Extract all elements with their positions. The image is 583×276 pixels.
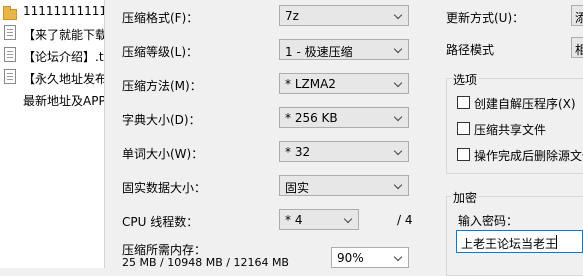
dictionary-label: 字典大小(D)：: [122, 113, 201, 127]
chevron-down-icon: [390, 176, 408, 195]
threads-select[interactable]: * 4: [279, 209, 359, 230]
file-name: 【来了就能下载: [23, 28, 104, 42]
format-label: 压缩格式(F)：: [122, 11, 199, 25]
word-size-value: * 32: [285, 145, 311, 159]
threads-label: CPU 线程数：: [122, 215, 199, 229]
chevron-down-icon: [390, 248, 408, 267]
chevron-down-icon: [340, 210, 358, 229]
method-select[interactable]: * LZMA2: [279, 73, 409, 94]
dictionary-value: * 256 KB: [285, 111, 338, 125]
path-mode-label: 路径模式: [446, 43, 495, 57]
memory-percent-select[interactable]: 90%: [331, 247, 409, 268]
path-mode-value: 相: [575, 43, 583, 57]
solid-block-select[interactable]: 固实: [279, 175, 409, 196]
memory-info: 25 MB / 10948 MB / 12164 MB: [122, 256, 289, 269]
password-value: 上老王论坛当老王: [461, 237, 558, 251]
dictionary-select[interactable]: * 256 KB: [279, 107, 409, 128]
chevron-down-icon: [390, 142, 408, 161]
document-icon: [3, 69, 18, 85]
word-size-select[interactable]: * 32: [279, 141, 409, 162]
chevron-down-icon: [390, 40, 408, 59]
text-caret: [556, 235, 557, 249]
update-mode-select[interactable]: 添: [571, 5, 583, 26]
memory-percent-value: 90%: [337, 251, 364, 265]
format-select[interactable]: 7z: [279, 5, 409, 26]
format-value: 7z: [285, 9, 299, 23]
file-row[interactable]: 最新地址及APP: [0, 88, 104, 110]
checkbox[interactable]: [457, 122, 470, 135]
level-select[interactable]: 1 - 极速压缩: [279, 39, 409, 60]
checkbox[interactable]: [457, 96, 470, 109]
password-input[interactable]: 上老王论坛当老王: [456, 230, 583, 253]
file-name: 11111111111: [23, 4, 104, 18]
checkbox[interactable]: [457, 148, 470, 161]
method-value: * LZMA2: [285, 77, 336, 91]
update-mode-label: 更新方式(U)：: [446, 11, 525, 25]
chevron-down-icon: [390, 74, 408, 93]
path-mode-select[interactable]: 相: [571, 37, 583, 58]
option-compress-shared-label: 压缩共享文件: [474, 123, 547, 137]
options-title: 选项: [451, 71, 480, 88]
level-label: 压缩等级(L)：: [122, 45, 199, 59]
file-row[interactable]: 【来了就能下载: [0, 22, 104, 44]
file-row[interactable]: 【论坛介绍】.t: [0, 44, 104, 66]
file-name: 最新地址及APP: [23, 94, 104, 108]
update-mode-value: 添: [575, 11, 583, 25]
document-icon: [3, 47, 18, 63]
file-row-folder[interactable]: 11111111111: [0, 0, 104, 22]
encryption-title: 加密: [451, 189, 480, 206]
file-name: 【永久地址发布: [23, 72, 104, 86]
folder-icon: [3, 3, 18, 20]
level-value: 1 - 极速压缩: [285, 45, 353, 59]
file-list: 11111111111 【来了就能下载 【论坛介绍】.t 【永久地址发布 最新地…: [0, 0, 104, 268]
file-name: 【论坛介绍】.t: [23, 50, 104, 64]
document-icon: [3, 25, 18, 41]
method-label: 压缩方法(M)：: [122, 79, 202, 93]
chevron-down-icon: [390, 6, 408, 25]
option-create-sfx-label: 创建自解压程序(X): [474, 97, 576, 111]
option-delete-after-label: 操作完成后删除源文件: [474, 149, 583, 163]
chevron-down-icon: [390, 108, 408, 127]
dialog-border: [104, 0, 105, 268]
solid-block-label: 固实数据大小：: [122, 181, 207, 195]
file-row[interactable]: 【永久地址发布: [0, 66, 104, 88]
word-size-label: 单词大小(W)：: [122, 147, 204, 161]
threads-value: * 4: [285, 213, 303, 227]
solid-block-value: 固实: [285, 181, 310, 195]
password-label: 输入密码：: [458, 214, 519, 228]
threads-max: / 4: [397, 213, 413, 227]
